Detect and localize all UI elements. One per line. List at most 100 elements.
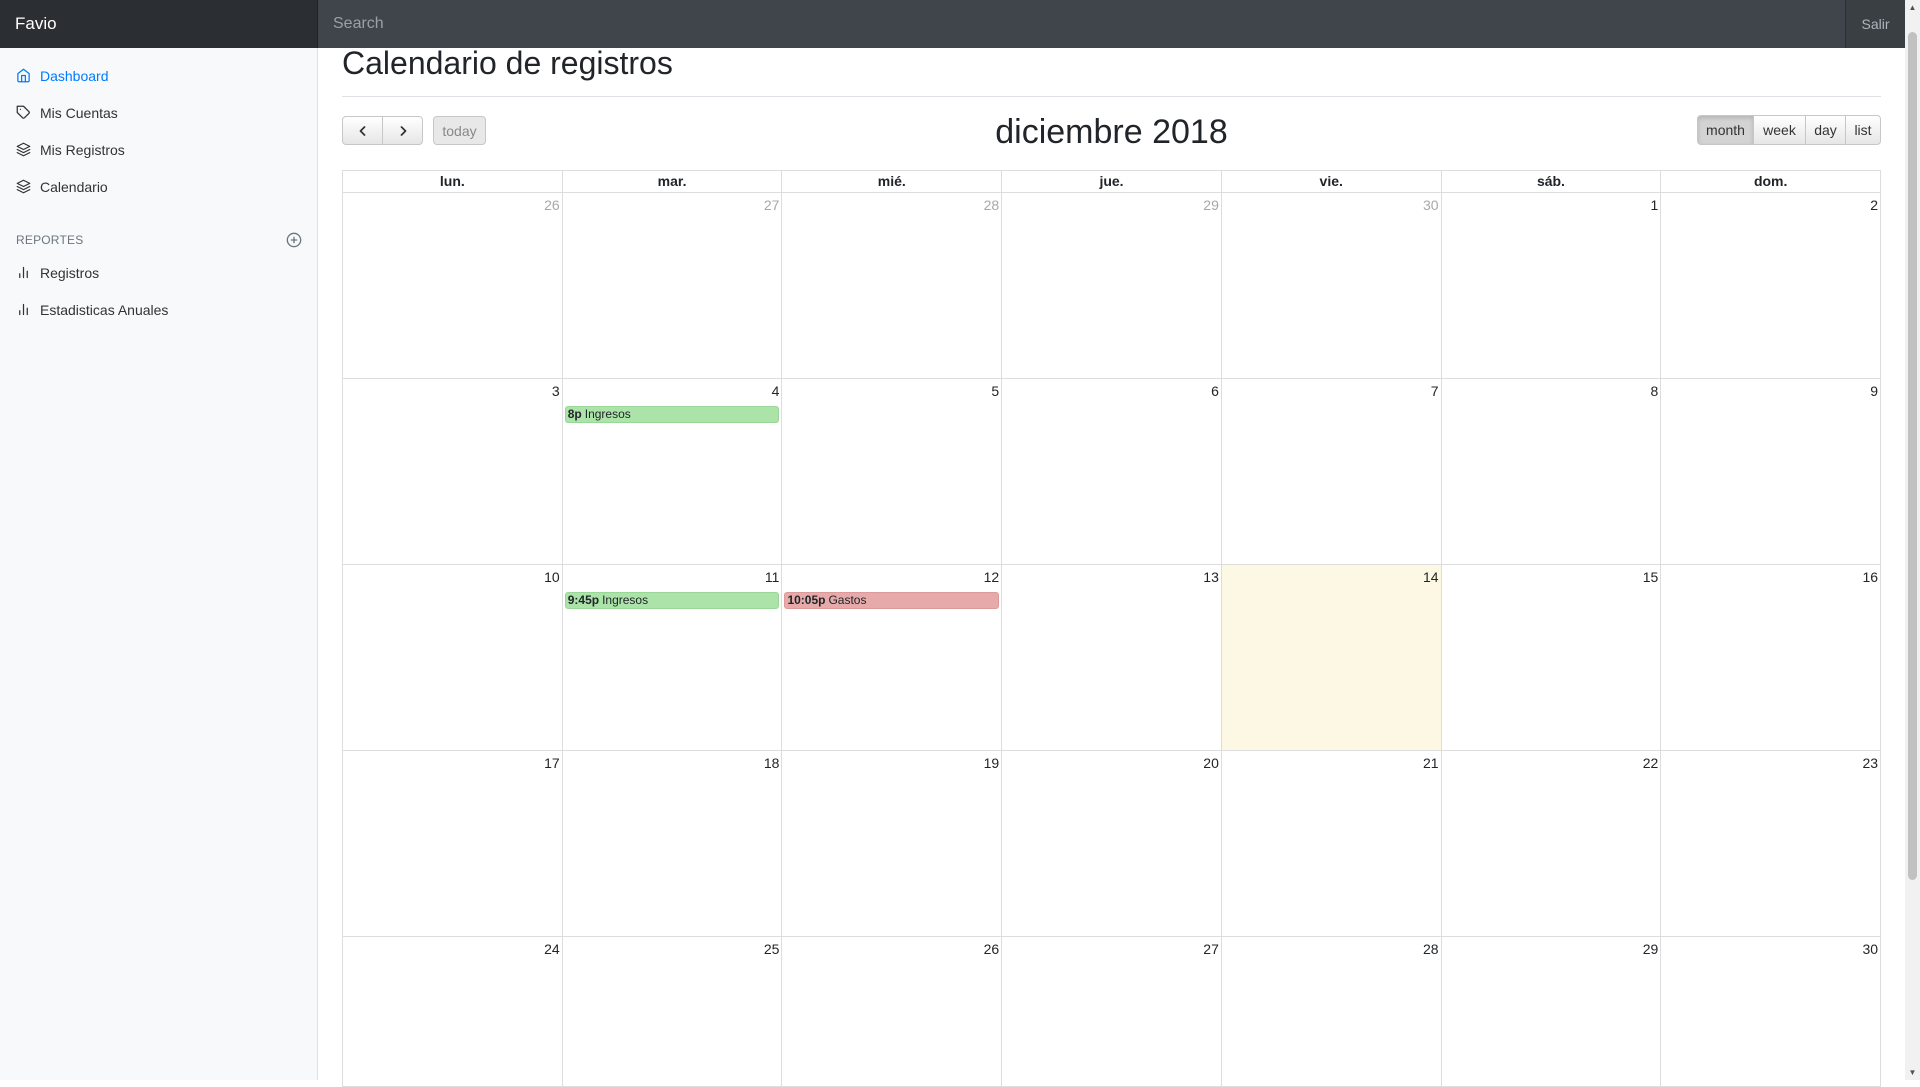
sidebar: Dashboard Mis Cuentas Mis Registros Cale… <box>0 48 318 1080</box>
day-cell[interactable]: 26 <box>343 193 563 379</box>
day-number[interactable]: 29 <box>1643 941 1659 957</box>
day-cell[interactable]: 20 <box>1002 751 1222 937</box>
day-cell[interactable]: 6 <box>1002 379 1222 565</box>
day-number[interactable]: 10 <box>544 569 560 585</box>
day-number[interactable]: 30 <box>1423 197 1439 213</box>
view-month-button[interactable]: month <box>1697 115 1754 145</box>
day-cell[interactable]: 4 8p Ingresos <box>562 379 783 565</box>
day-cell[interactable]: 13 <box>1002 565 1222 751</box>
scroll-up-arrow-icon[interactable]: ▲ <box>1905 0 1920 15</box>
day-number[interactable]: 9 <box>1870 383 1878 399</box>
day-number[interactable]: 29 <box>1203 197 1219 213</box>
day-cell[interactable]: 3 <box>343 379 563 565</box>
day-cell[interactable]: 18 <box>562 751 783 937</box>
day-number[interactable]: 26 <box>984 941 1000 957</box>
signout-link[interactable]: Salir <box>1845 0 1905 48</box>
day-cell[interactable]: 25 <box>562 937 783 1087</box>
day-cell[interactable]: 15 <box>1441 565 1662 751</box>
sidebar-item-dashboard[interactable]: Dashboard <box>0 57 317 94</box>
today-button[interactable]: today <box>433 116 486 145</box>
day-number[interactable]: 28 <box>1423 941 1439 957</box>
day-cell[interactable]: 7 <box>1221 379 1442 565</box>
day-cell[interactable]: 29 <box>1002 193 1222 379</box>
day-cell[interactable]: 24 <box>343 937 563 1087</box>
day-cell[interactable]: 21 <box>1221 751 1442 937</box>
day-cell[interactable]: 28 <box>782 193 1003 379</box>
day-number[interactable]: 19 <box>984 755 1000 771</box>
day-number[interactable]: 23 <box>1862 755 1878 771</box>
week-row: 3 4 8p Ingresos 5 6 7 8 9 <box>343 379 1882 565</box>
day-number[interactable]: 28 <box>984 197 1000 213</box>
brand-logo[interactable]: Favio <box>0 0 318 48</box>
day-number[interactable]: 3 <box>552 383 560 399</box>
day-cell[interactable]: 5 <box>782 379 1003 565</box>
day-cell[interactable]: 22 <box>1441 751 1662 937</box>
scroll-thumb[interactable] <box>1908 32 1917 880</box>
sidebar-item-calendario[interactable]: Calendario <box>0 168 317 205</box>
day-number[interactable]: 13 <box>1203 569 1219 585</box>
bar-chart-icon <box>19 266 28 279</box>
day-cell[interactable]: 9 <box>1661 379 1882 565</box>
day-number[interactable]: 27 <box>764 197 780 213</box>
day-cell[interactable]: 1 <box>1441 193 1662 379</box>
day-number[interactable]: 16 <box>1862 569 1878 585</box>
day-number[interactable]: 2 <box>1870 197 1878 213</box>
day-cell[interactable]: 17 <box>343 751 563 937</box>
prev-button[interactable] <box>342 116 383 145</box>
next-button[interactable] <box>382 116 423 145</box>
day-number[interactable]: 6 <box>1211 383 1219 399</box>
sidebar-item-label: Estadisticas Anuales <box>40 301 169 318</box>
calendar-event[interactable]: 8p Ingresos <box>564 406 780 423</box>
day-number[interactable]: 27 <box>1203 941 1219 957</box>
day-cell[interactable]: 29 <box>1441 937 1662 1087</box>
day-number[interactable]: 15 <box>1643 569 1659 585</box>
day-number[interactable]: 17 <box>544 755 560 771</box>
search-input[interactable] <box>318 0 1845 48</box>
day-cell[interactable]: 27 <box>562 193 783 379</box>
day-number[interactable]: 18 <box>764 755 780 771</box>
day-cell[interactable]: 30 <box>1221 193 1442 379</box>
calendar-event[interactable]: 10:05p Gastos <box>784 592 1000 609</box>
plus-circle-icon[interactable] <box>286 232 302 248</box>
day-number[interactable]: 8 <box>1651 383 1659 399</box>
day-cell-today[interactable]: 14 <box>1221 565 1442 751</box>
day-cell[interactable]: 27 <box>1002 937 1222 1087</box>
view-list-button[interactable]: list <box>1845 115 1881 145</box>
day-cell[interactable]: 12 10:05p Gastos <box>782 565 1003 751</box>
view-switcher: month week day list <box>1697 115 1881 145</box>
sidebar-item-mis-registros[interactable]: Mis Registros <box>0 131 317 168</box>
day-number[interactable]: 22 <box>1643 755 1659 771</box>
day-number[interactable]: 20 <box>1203 755 1219 771</box>
sidebar-item-registros[interactable]: Registros <box>0 254 317 291</box>
day-number[interactable]: 14 <box>1423 569 1439 585</box>
day-number[interactable]: 24 <box>544 941 560 957</box>
day-cell[interactable]: 19 <box>782 751 1003 937</box>
day-cell[interactable]: 11 9:45p Ingresos <box>562 565 783 751</box>
month-calendar: lun. mar. mié. jue. vie. sáb. dom. 26 27 2… <box>342 170 1882 1087</box>
view-week-button[interactable]: week <box>1753 115 1806 145</box>
day-cell[interactable]: 23 <box>1661 751 1882 937</box>
day-number[interactable]: 11 <box>765 569 780 585</box>
day-number[interactable]: 25 <box>764 941 780 957</box>
day-number[interactable]: 5 <box>991 383 999 399</box>
day-number[interactable]: 26 <box>544 197 560 213</box>
day-number[interactable]: 1 <box>1651 197 1659 213</box>
view-day-button[interactable]: day <box>1805 115 1846 145</box>
day-cell[interactable]: 8 <box>1441 379 1662 565</box>
sidebar-item-estadisticas-anuales[interactable]: Estadisticas Anuales <box>0 291 317 328</box>
day-number[interactable]: 7 <box>1431 383 1439 399</box>
day-number[interactable]: 12 <box>984 569 1000 585</box>
page-scrollbar[interactable]: ▲ ▼ <box>1905 0 1920 1080</box>
day-number[interactable]: 30 <box>1862 941 1878 957</box>
day-cell[interactable]: 16 <box>1661 565 1882 751</box>
scroll-down-arrow-icon[interactable]: ▼ <box>1905 1065 1920 1080</box>
day-cell[interactable]: 10 <box>343 565 563 751</box>
day-cell[interactable]: 28 <box>1221 937 1442 1087</box>
day-cell[interactable]: 2 <box>1661 193 1882 379</box>
day-number[interactable]: 4 <box>772 383 780 399</box>
sidebar-item-mis-cuentas[interactable]: Mis Cuentas <box>0 94 317 131</box>
day-cell[interactable]: 30 <box>1661 937 1882 1087</box>
day-number[interactable]: 21 <box>1423 755 1439 771</box>
day-cell[interactable]: 26 <box>782 937 1003 1087</box>
calendar-event[interactable]: 9:45p Ingresos <box>564 592 780 609</box>
